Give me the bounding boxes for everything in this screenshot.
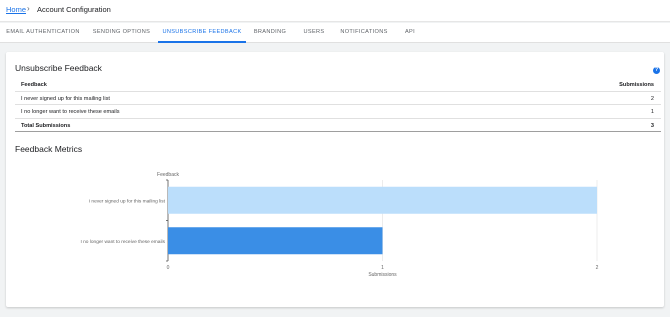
feedback-title: Unsubscribe Feedback (15, 63, 102, 73)
chart-x-tick-label: 2 (596, 265, 599, 271)
tab-notifications[interactable]: NOTIFICATIONS (336, 23, 392, 43)
chart-x-tick-label: 1 (381, 265, 384, 271)
feedback-table: Feedback Submissions I never signed up f… (15, 78, 661, 132)
feedback-cell: I never signed up for this mailing list (21, 95, 110, 102)
total-row: Total Submissions 3 (15, 119, 661, 132)
tab-branding[interactable]: BRANDING (249, 23, 291, 43)
help-circle-icon[interactable]: ? (653, 67, 660, 74)
tab-unsubscribe-feedback[interactable]: UNSUBSCRIBE FEEDBACK (158, 23, 246, 43)
breadcrumb-bar: Home › Account Configuration (0, 0, 670, 22)
feedback-metrics-chart: I never signed up for this mailing list I… (80, 172, 599, 278)
chart-x-axis-title: Submissions (368, 272, 397, 278)
breadcrumb-home-link[interactable]: Home (6, 5, 26, 14)
total-label: Total Submissions (21, 122, 71, 129)
total-value: 3 (650, 122, 654, 129)
tab-sending-options[interactable]: SENDING OPTIONS (88, 23, 155, 43)
chart-bar (168, 186, 597, 214)
submissions-cell: 2 (650, 95, 654, 102)
chevron-right-icon: › (27, 4, 30, 13)
table-header-row: Feedback Submissions (15, 78, 661, 92)
feedback-metrics-title: Feedback Metrics (15, 144, 83, 154)
tab-api[interactable]: API (400, 23, 420, 43)
header-feedback: Feedback (21, 82, 47, 88)
table-row: I never signed up for this mailing list … (15, 92, 661, 105)
chart-y-axis-title: Feedback (157, 172, 179, 178)
tab-bar: EMAIL AUTHENTICATION SENDING OPTIONS UNS… (0, 23, 670, 43)
chart-bar (168, 227, 383, 255)
chart-category-label: I no longer want to receive these emails (80, 239, 165, 245)
tab-email-authentication[interactable]: EMAIL AUTHENTICATION (2, 23, 84, 43)
feedback-cell: I no longer want to receive these emails (21, 109, 120, 115)
header-submissions: Submissions (619, 82, 654, 88)
breadcrumb-current: Account Configuration (37, 5, 111, 14)
table-row: I no longer want to receive these emails… (15, 105, 661, 119)
chart-category-label: I never signed up for this mailing list (89, 198, 166, 204)
submissions-cell: 1 (650, 109, 654, 115)
tab-users[interactable]: USERS (298, 23, 330, 43)
chart-x-tick-label: 0 (167, 265, 170, 271)
